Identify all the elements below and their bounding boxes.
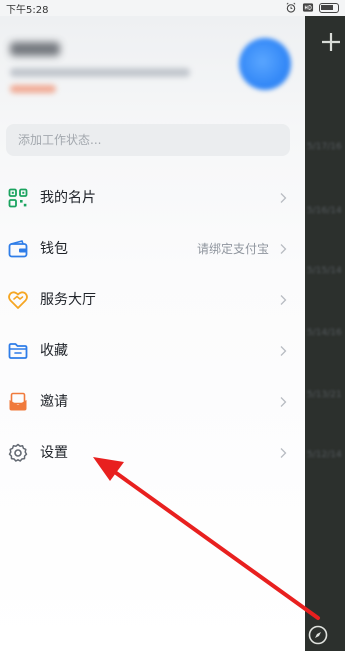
qr-card-icon — [8, 188, 28, 208]
list-date: 5/15/14 — [307, 266, 342, 276]
list-date: 5/14/16 — [307, 328, 342, 338]
side-drawer: 添加工作状态... 我的名片 钱包 请绑定支付宝 服务大厅 收藏 邀请 设置 — [0, 16, 305, 651]
profile-name — [10, 42, 60, 56]
chevron-right-icon — [280, 346, 287, 356]
chevron-right-icon — [280, 193, 287, 203]
drawer-menu: 我的名片 钱包 请绑定支付宝 服务大厅 收藏 邀请 设置 — [0, 172, 305, 478]
menu-item-service-hall[interactable]: 服务大厅 — [0, 274, 305, 325]
gear-icon — [8, 443, 28, 462]
menu-item-invite[interactable]: 邀请 — [0, 376, 305, 427]
chevron-right-icon — [280, 244, 287, 254]
wallet-bind-hint: 请绑定支付宝 — [196, 242, 269, 256]
hd-icon — [302, 3, 314, 12]
status-icons — [285, 2, 339, 13]
menu-item-label: 我的名片 — [40, 190, 96, 206]
menu-item-my-card[interactable]: 我的名片 — [0, 172, 305, 223]
menu-item-label: 服务大厅 — [40, 292, 96, 308]
chevron-right-icon — [280, 448, 287, 458]
wallet-icon — [8, 240, 28, 258]
background-message-list: 5/17/16 5/16/14 5/15/14 5/14/16 5/13/21 … — [305, 16, 345, 651]
folder-icon — [8, 343, 28, 359]
plus-icon[interactable] — [319, 30, 343, 54]
chevron-right-icon — [280, 397, 287, 407]
menu-item-wallet[interactable]: 钱包 请绑定支付宝 — [0, 223, 305, 274]
menu-item-label: 邀请 — [40, 394, 68, 410]
list-date: 5/17/16 — [307, 142, 342, 152]
list-date: 5/12/14 — [307, 450, 342, 460]
menu-item-settings[interactable]: 设置 — [0, 427, 305, 478]
work-status-input[interactable]: 添加工作状态... — [6, 124, 290, 156]
list-date: 5/16/14 — [307, 206, 342, 216]
avatar[interactable] — [239, 38, 291, 90]
menu-item-label: 钱包 — [40, 241, 68, 257]
service-heart-icon — [8, 291, 28, 309]
alarm-icon — [286, 2, 296, 13]
status-bar: 下午5:28 — [0, 0, 345, 16]
invite-icon — [9, 392, 27, 411]
battery-icon — [319, 2, 339, 13]
profile-tag — [10, 85, 56, 93]
status-time: 下午5:28 — [6, 5, 49, 16]
chevron-right-icon — [280, 295, 287, 305]
compass-icon[interactable] — [307, 624, 329, 646]
profile-company — [10, 68, 190, 77]
list-date: 5/13/21 — [307, 390, 342, 400]
menu-item-label: 收藏 — [40, 343, 68, 359]
menu-item-label: 设置 — [40, 445, 68, 461]
menu-item-favorites[interactable]: 收藏 — [0, 325, 305, 376]
